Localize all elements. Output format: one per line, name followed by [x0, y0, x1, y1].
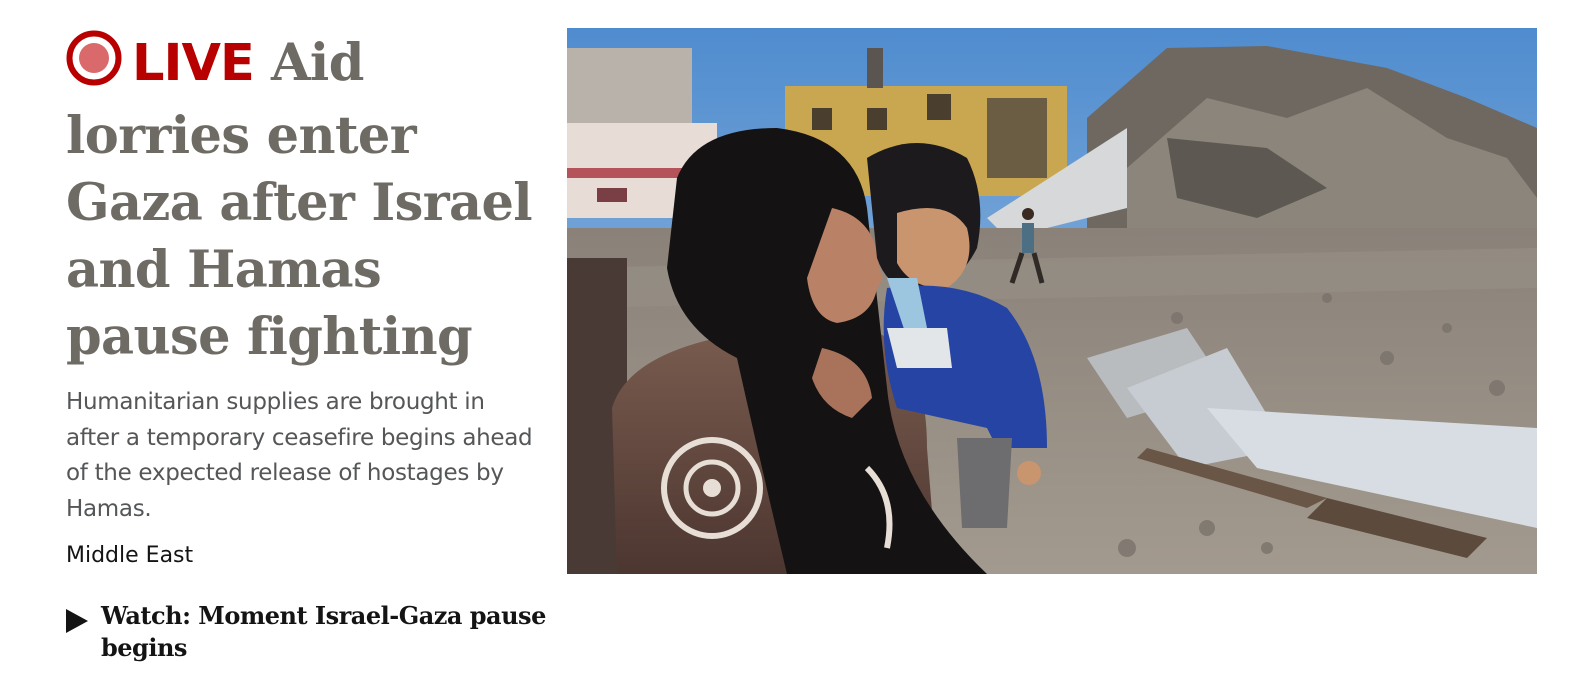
story-text-block: LIVE Aid lorries enter Gaza after Israel…: [66, 30, 542, 571]
live-indicator-icon: [66, 30, 122, 103]
story-photo-illustration: [567, 28, 1537, 574]
live-badge: LIVE: [66, 30, 255, 103]
story-summary: Humanitarian supplies are brought in aft…: [66, 389, 533, 522]
story-headline[interactable]: LIVE Aid lorries enter Gaza after Israel…: [66, 30, 542, 371]
live-label: LIVE: [132, 34, 255, 93]
play-icon: [66, 609, 88, 633]
story-image[interactable]: [567, 28, 1537, 574]
section-link-middle-east[interactable]: Middle East: [66, 541, 193, 571]
related-video-title: Watch: Moment Israel-Gaza pause begins: [101, 601, 546, 662]
related-video-link[interactable]: Watch: Moment Israel-Gaza pause begins: [66, 600, 556, 664]
